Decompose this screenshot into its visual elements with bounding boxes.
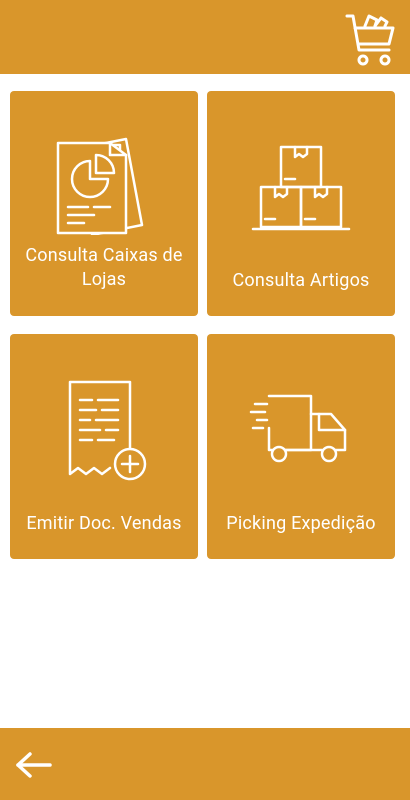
bottom-bar: [0, 728, 410, 800]
receipt-add-icon: [10, 378, 198, 482]
tile-consulta-artigos[interactable]: Consulta Artigos: [207, 91, 395, 316]
top-app-bar: [0, 0, 410, 74]
back-button[interactable]: [12, 750, 56, 780]
tile-consulta-caixas-lojas[interactable]: Consulta Caixas de Lojas: [10, 91, 198, 316]
tile-label: Emitir Doc. Vendas: [26, 513, 182, 534]
delivery-truck-icon: [207, 392, 395, 472]
cart-icon: [345, 14, 395, 66]
tile-label: Picking Expedição: [226, 513, 376, 534]
boxes-icon: [207, 143, 395, 235]
tile-emitir-doc-vendas[interactable]: Emitir Doc. Vendas: [10, 334, 198, 559]
tile-label: Consulta Caixas de Lojas: [25, 245, 183, 290]
tile-picking-expedicao[interactable]: Picking Expedição: [207, 334, 395, 559]
tile-label: Consulta Artigos: [232, 270, 370, 291]
cart-button[interactable]: [342, 10, 400, 70]
back-arrow-icon: [16, 752, 52, 778]
report-chart-icon: [10, 135, 198, 235]
